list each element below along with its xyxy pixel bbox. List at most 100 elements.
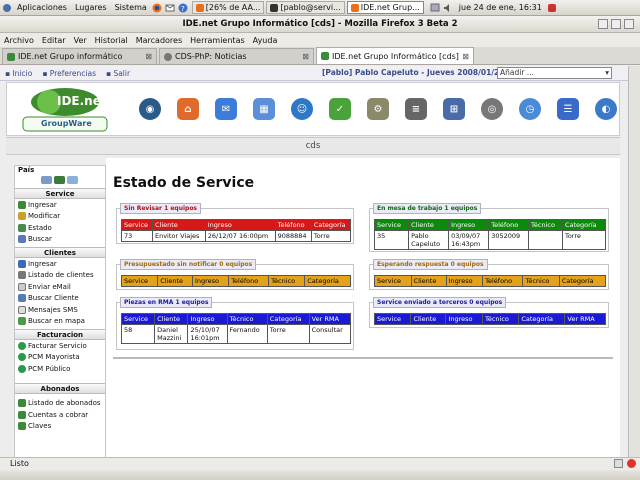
sidebar-item-cuentas-cobrar[interactable]: Cuentas a cobrar bbox=[15, 409, 105, 421]
taskbar-button-terminal[interactable]: [pablo@servi... bbox=[266, 1, 345, 14]
cell-service[interactable]: 73 bbox=[121, 230, 153, 242]
ide-logo[interactable]: IDE.net GroupWare bbox=[19, 84, 111, 134]
clock-icon[interactable]: ◷ bbox=[519, 98, 541, 120]
list-icon[interactable]: ☰ bbox=[557, 98, 579, 120]
col-header[interactable]: Service bbox=[120, 275, 159, 287]
col-header[interactable]: Service bbox=[120, 313, 156, 325]
addon-icon[interactable] bbox=[627, 459, 636, 468]
tab-ide-grupo[interactable]: IDE.net Grupo informático ⊠ bbox=[2, 48, 157, 64]
sidebar-item-estado[interactable]: Estado bbox=[15, 222, 105, 234]
sidebar-item-listado-clientes[interactable]: Listado de clientes bbox=[15, 270, 105, 282]
col-header[interactable]: Service bbox=[373, 313, 412, 325]
flag-icon[interactable] bbox=[54, 176, 65, 184]
tab-cds-active[interactable]: IDE.net Grupo Informático [cds] ⊠ bbox=[316, 47, 474, 64]
taskbar-button-firefox[interactable]: IDE.net Grup... bbox=[346, 1, 424, 14]
menu-aplicaciones[interactable]: Aplicaciones bbox=[13, 3, 71, 12]
col-header[interactable]: Cliente bbox=[157, 275, 193, 287]
sidebar-item-enviar-email[interactable]: Enviar eMail bbox=[15, 281, 105, 293]
menu-archivo[interactable]: Archivo bbox=[0, 36, 38, 45]
help-icon[interactable]: ? bbox=[178, 2, 189, 13]
globe-icon[interactable]: ◐ bbox=[595, 98, 617, 120]
sidebar-item-buscar-mapa[interactable]: Buscar en mapa bbox=[15, 316, 105, 328]
flag-icon[interactable] bbox=[41, 176, 52, 184]
sidebar-item-buscar[interactable]: Buscar bbox=[15, 234, 105, 246]
panel-clock[interactable]: jue 24 de ene, 16:31 bbox=[455, 3, 546, 12]
mail-icon[interactable]: ✉ bbox=[215, 98, 237, 120]
consultar-link[interactable]: Consultar bbox=[308, 324, 352, 344]
col-header[interactable]: Ingreso bbox=[445, 275, 484, 287]
minimize-icon[interactable] bbox=[598, 19, 608, 29]
gnome-foot-icon[interactable] bbox=[1, 2, 12, 13]
network-icon[interactable]: ⊞ bbox=[443, 98, 465, 120]
col-header[interactable]: Ingreso bbox=[204, 219, 276, 231]
cds-icon[interactable]: ◉ bbox=[139, 98, 161, 120]
col-header[interactable]: Teléfono bbox=[482, 275, 524, 287]
cell-service[interactable]: 58 bbox=[120, 324, 156, 344]
firefox-icon[interactable] bbox=[152, 2, 163, 13]
menu-herramientas[interactable]: Herramientas bbox=[186, 36, 249, 45]
sidebar-item-pcm-publico[interactable]: PCM Público bbox=[15, 363, 105, 375]
col-header[interactable]: Técnico bbox=[226, 313, 268, 325]
col-header[interactable]: Técnico bbox=[522, 275, 560, 287]
close-tab-icon[interactable]: ⊠ bbox=[462, 52, 469, 61]
col-header[interactable]: Técnico bbox=[268, 275, 306, 287]
service-icon[interactable]: ◎ bbox=[481, 98, 503, 120]
col-header[interactable]: Ingreso bbox=[187, 313, 228, 325]
window-titlebar[interactable]: IDE.net Grupo Informático [cds] - Mozill… bbox=[0, 16, 640, 33]
close-icon[interactable] bbox=[624, 19, 634, 29]
sidebar-item-ingresar-service[interactable]: Ingresar bbox=[15, 199, 105, 211]
col-header[interactable]: Categoría bbox=[304, 275, 351, 287]
col-header[interactable]: Ingreso bbox=[191, 275, 230, 287]
admin-icon[interactable]: ≡ bbox=[405, 98, 427, 120]
security-icon[interactable] bbox=[614, 459, 623, 468]
menu-sistema[interactable]: Sistema bbox=[111, 3, 151, 12]
col-header[interactable]: Teléfono bbox=[488, 219, 530, 231]
contacts-icon[interactable]: ☺ bbox=[291, 98, 313, 120]
table-row[interactable]: 35 Pablo Capeluto 03/09/07 16:43pm 30520… bbox=[373, 230, 607, 250]
maximize-icon[interactable] bbox=[611, 19, 621, 29]
col-header[interactable]: Categoría bbox=[310, 219, 352, 231]
home-icon[interactable]: ⌂ bbox=[177, 98, 199, 120]
network-icon[interactable] bbox=[430, 2, 441, 13]
col-header[interactable]: Técnico bbox=[528, 219, 563, 231]
col-header[interactable]: Cliente bbox=[410, 313, 447, 325]
power-icon[interactable] bbox=[547, 2, 558, 13]
cell-service[interactable]: 35 bbox=[373, 230, 410, 250]
menu-editar[interactable]: Editar bbox=[38, 36, 70, 45]
col-header[interactable]: Ingreso bbox=[448, 219, 490, 231]
col-header[interactable]: Cliente bbox=[408, 219, 450, 231]
sidebar-item-ingresar-cliente[interactable]: Ingresar bbox=[15, 258, 105, 270]
menu-marcadores[interactable]: Marcadores bbox=[132, 36, 186, 45]
sidebar-item-modificar[interactable]: Modificar bbox=[15, 211, 105, 223]
menu-historial[interactable]: Historial bbox=[91, 36, 132, 45]
col-header[interactable]: Ver RMA bbox=[564, 313, 606, 325]
col-header[interactable]: Categoría bbox=[558, 275, 607, 287]
mail-icon[interactable] bbox=[165, 2, 176, 13]
sidebar-item-pcm-mayorista[interactable]: PCM Mayorista bbox=[15, 352, 105, 364]
table-row[interactable]: 58 Daniel Mazzini 25/10/07 16:01pm Ferna… bbox=[120, 324, 352, 344]
vertical-scrollbar[interactable] bbox=[628, 66, 640, 457]
link-salir[interactable]: ▪ Salir bbox=[101, 69, 135, 78]
tab-cds-noticias[interactable]: CDS-PhP: Noticias ⊠ bbox=[159, 48, 314, 64]
calendar-icon[interactable]: ▦ bbox=[253, 98, 275, 120]
col-header[interactable]: Service bbox=[121, 219, 153, 231]
link-inicio[interactable]: ▪ Inicio bbox=[0, 69, 37, 78]
sidebar-item-buscar-cliente[interactable]: Buscar Cliente bbox=[15, 293, 105, 305]
tasks-icon[interactable]: ✓ bbox=[329, 98, 351, 120]
col-header[interactable]: Cliente bbox=[154, 313, 189, 325]
col-header[interactable]: Cliente bbox=[410, 275, 447, 287]
add-select[interactable]: Añadir ... ▾ bbox=[497, 67, 612, 79]
sidebar-item-claves[interactable]: Claves bbox=[15, 421, 105, 433]
col-header[interactable]: Técnico bbox=[481, 313, 520, 325]
close-tab-icon[interactable]: ⊠ bbox=[145, 52, 152, 61]
col-header[interactable]: Ver RMA bbox=[308, 313, 352, 325]
projects-icon[interactable]: ⚙ bbox=[367, 98, 389, 120]
sidebar-item-facturar-servicio[interactable]: Facturar Servicio bbox=[15, 340, 105, 352]
col-header[interactable]: Teléfono bbox=[274, 219, 312, 231]
sidebar-item-listado-abonados[interactable]: Listado de abonados bbox=[15, 398, 105, 410]
table-row[interactable]: 73 Envitor Viajes 26/12/07 16:00pm 90888… bbox=[121, 230, 352, 242]
sidebar-item-mensajes-sms[interactable]: Mensajes SMS bbox=[15, 304, 105, 316]
col-header[interactable]: Service bbox=[373, 219, 410, 231]
col-header[interactable]: Categoría bbox=[266, 313, 310, 325]
taskbar-button-download[interactable]: [26% de AA... bbox=[191, 1, 265, 14]
